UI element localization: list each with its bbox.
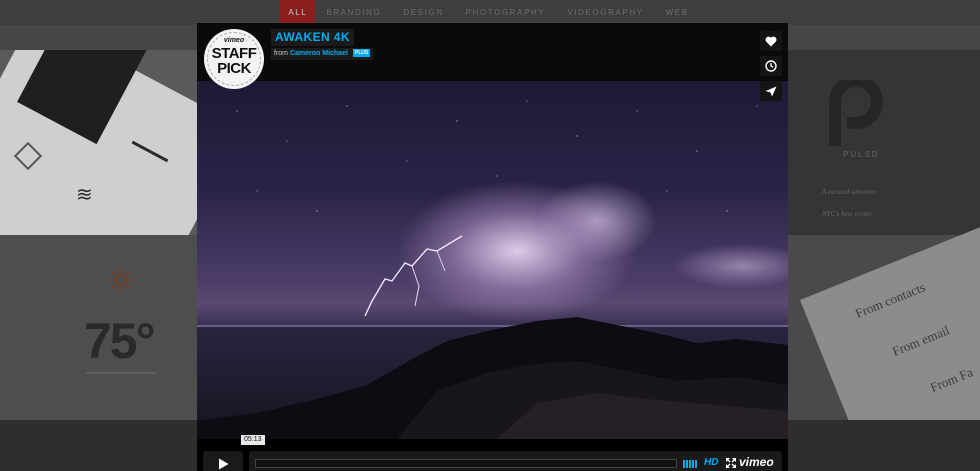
plus-badge: PLUS bbox=[352, 49, 371, 57]
badge-brand: vimeo bbox=[223, 37, 245, 44]
like-button[interactable] bbox=[760, 31, 782, 51]
volume-bar bbox=[695, 460, 697, 468]
clock-icon bbox=[765, 60, 777, 72]
badge-pick: PICK bbox=[217, 60, 251, 77]
volume-bar bbox=[686, 460, 688, 468]
staff-pick-badge[interactable]: vimeo STAFF PICK bbox=[204, 29, 264, 89]
pulsd-wordmark: PULSD bbox=[843, 150, 880, 159]
play-button[interactable] bbox=[203, 451, 243, 471]
vimeo-logo[interactable]: vimeo bbox=[739, 455, 774, 469]
play-icon bbox=[218, 458, 228, 470]
nav-item-design[interactable]: DESIGN bbox=[392, 0, 454, 25]
timecode-tooltip: 05:13 bbox=[241, 435, 265, 445]
paper-plane-icon bbox=[765, 86, 777, 96]
video-frame[interactable] bbox=[197, 81, 788, 439]
fullscreen-icon[interactable] bbox=[726, 458, 736, 468]
video-title[interactable]: AWAKEN 4K bbox=[271, 29, 354, 46]
weather-caption-line bbox=[86, 372, 156, 374]
volume-bar bbox=[683, 460, 685, 468]
share-button[interactable] bbox=[760, 81, 782, 101]
sun-icon bbox=[109, 268, 133, 292]
byline-prefix: from bbox=[274, 50, 288, 57]
pulsd-tagline-1: A curated selection bbox=[822, 188, 876, 196]
wave-icon: ≋ bbox=[76, 184, 93, 206]
weather-temperature: 75° bbox=[84, 313, 156, 369]
video-byline: from Cameron Michael PLUS bbox=[271, 48, 374, 60]
watch-later-button[interactable] bbox=[760, 56, 782, 76]
nav-item-all[interactable]: ALL bbox=[280, 0, 316, 25]
heart-icon bbox=[765, 36, 777, 46]
byline-author-link[interactable]: Cameron Michael bbox=[290, 50, 348, 57]
nav-item-branding[interactable]: BRANDING bbox=[315, 0, 392, 25]
video-stars bbox=[236, 100, 758, 212]
page: ALL BRANDING DESIGN PHOTOGRAPHY VIDEOGRA… bbox=[0, 0, 980, 471]
progress-bar[interactable] bbox=[255, 459, 677, 468]
volume-control[interactable] bbox=[683, 460, 699, 468]
portfolio-filter-nav: ALL BRANDING DESIGN PHOTOGRAPHY VIDEOGRA… bbox=[0, 0, 980, 25]
player-control-bar: HD vimeo bbox=[249, 451, 782, 471]
hd-toggle-button[interactable]: HD bbox=[704, 457, 718, 468]
video-rocks bbox=[197, 317, 788, 439]
volume-bar bbox=[692, 460, 694, 468]
nav-item-web[interactable]: WEB bbox=[655, 0, 700, 25]
nav-item-videography[interactable]: VIDEOGRAPHY bbox=[556, 0, 654, 25]
pulsd-tagline-2: NYC's best events bbox=[822, 210, 872, 218]
nav-item-photography[interactable]: PHOTOGRAPHY bbox=[455, 0, 557, 25]
volume-bar bbox=[689, 460, 691, 468]
video-lightbox: vimeo STAFF PICK AWAKEN 4K from Cameron … bbox=[197, 23, 788, 471]
pulsd-logo-icon bbox=[829, 80, 883, 146]
